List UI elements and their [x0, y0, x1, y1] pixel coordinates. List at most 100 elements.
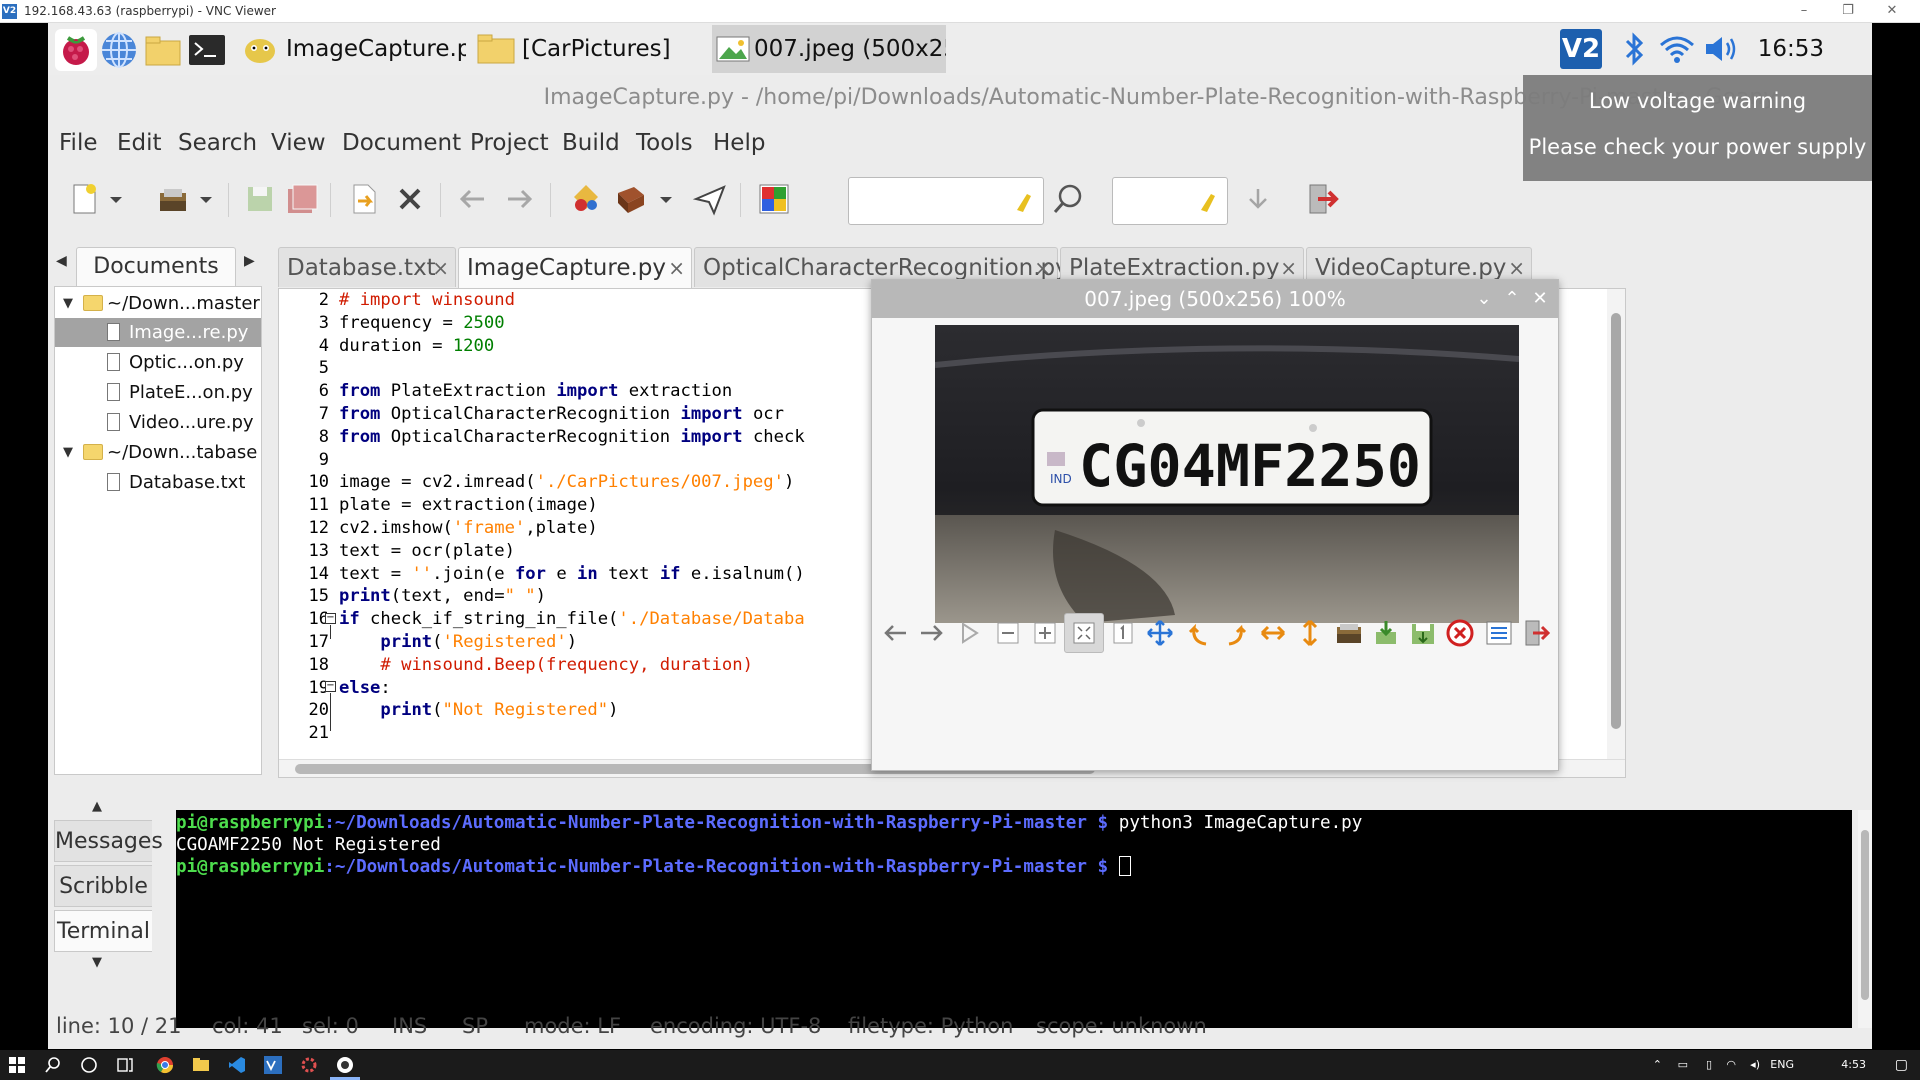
- tree-file-plateextraction[interactable]: PlateE...on.py: [55, 378, 261, 407]
- menu-edit[interactable]: Edit: [117, 123, 162, 163]
- app-icon[interactable]: [336, 1056, 354, 1074]
- image-viewer-titlebar[interactable]: 007.jpeg (500x256) 100% ⌄ ⌃ ✕: [872, 280, 1558, 318]
- vnc-viewer-icon[interactable]: [264, 1056, 282, 1074]
- minimize-button[interactable]: –: [1784, 0, 1824, 22]
- explorer-icon[interactable]: [192, 1056, 210, 1074]
- viewer-previous-icon[interactable]: [880, 618, 910, 648]
- menu-search[interactable]: Search: [178, 123, 257, 163]
- forward-icon[interactable]: [502, 181, 538, 217]
- chrome-icon[interactable]: [156, 1056, 174, 1074]
- terminal-panel[interactable]: pi@raspberrypi:~/Downloads/Automatic-Num…: [176, 810, 1852, 1028]
- tree-file-videocapture[interactable]: Video...ure.py: [55, 408, 261, 437]
- build-icon[interactable]: [612, 181, 648, 217]
- save-image-icon[interactable]: [1371, 618, 1401, 648]
- volume-icon[interactable]: [1700, 29, 1742, 69]
- open-file-icon[interactable]: [156, 181, 192, 217]
- tree-file-database[interactable]: Database.txt: [55, 468, 261, 497]
- viewer-slideshow-icon[interactable]: [954, 618, 984, 648]
- menu-tools[interactable]: Tools: [636, 123, 693, 163]
- menu-file[interactable]: File: [59, 123, 98, 163]
- viewer-minimize-icon[interactable]: ⌄: [1470, 280, 1498, 318]
- rotate-right-icon[interactable]: [1221, 618, 1251, 648]
- windows-start-icon[interactable]: [8, 1056, 26, 1074]
- open-folder-icon[interactable]: [1334, 618, 1364, 648]
- settings-app-icon[interactable]: [300, 1056, 318, 1074]
- delete-image-icon[interactable]: [1445, 618, 1475, 648]
- tree-file-optical[interactable]: Optic...on.py: [55, 348, 261, 377]
- clear-goto-icon[interactable]: [1197, 188, 1219, 214]
- fullscreen-icon[interactable]: [1145, 618, 1175, 648]
- file-manager-icon[interactable]: [142, 29, 184, 71]
- sidebar-prev-tab-icon[interactable]: ◀: [56, 253, 67, 269]
- new-file-dropdown-icon[interactable]: [106, 181, 126, 217]
- tray-wifi-icon[interactable]: ◠: [1726, 1050, 1736, 1080]
- task-image-viewer[interactable]: 007.jpeg (500x256) 1...: [712, 25, 946, 73]
- action-center-icon[interactable]: ▢: [1895, 1050, 1908, 1080]
- preferences-icon[interactable]: [1484, 618, 1514, 648]
- open-file-dropdown-icon[interactable]: [196, 181, 216, 217]
- menu-view[interactable]: View: [271, 123, 326, 163]
- expander-icon[interactable]: ▼: [63, 438, 73, 467]
- rotate-left-icon[interactable]: [1184, 618, 1214, 648]
- vscode-icon[interactable]: [228, 1056, 246, 1074]
- flip-horizontal-icon[interactable]: [1258, 618, 1288, 648]
- save-icon[interactable]: [242, 181, 278, 217]
- fold-toggle-icon[interactable]: −: [325, 613, 336, 624]
- low-voltage-notification[interactable]: Low voltage warning Please check your po…: [1523, 75, 1872, 181]
- tab-terminal[interactable]: Terminal: [54, 910, 152, 952]
- tray-network-icon[interactable]: ▭: [1678, 1050, 1688, 1080]
- fit-to-window-icon[interactable]: [1064, 613, 1104, 653]
- tray-time[interactable]: 4:53 PM: [1841, 1050, 1866, 1080]
- save-as-icon[interactable]: [1408, 618, 1438, 648]
- flip-vertical-icon[interactable]: [1295, 618, 1325, 648]
- back-icon[interactable]: [454, 181, 490, 217]
- vnc-server-icon[interactable]: V2: [1560, 29, 1602, 69]
- color-chooser-icon[interactable]: [756, 181, 792, 217]
- search-input[interactable]: [848, 177, 1044, 225]
- close-file-icon[interactable]: [392, 181, 428, 217]
- new-file-icon[interactable]: [66, 181, 102, 217]
- task-view-icon[interactable]: [116, 1056, 134, 1074]
- search-icon[interactable]: [44, 1056, 62, 1074]
- scrollbar-thumb[interactable]: [1861, 830, 1869, 1000]
- tab-database-txt[interactable]: Database.txt ×: [278, 247, 456, 287]
- tree-file-imagecapture[interactable]: Image...re.py: [55, 318, 261, 347]
- scrollbar-thumb[interactable]: [1611, 313, 1621, 729]
- close-tab-icon[interactable]: ×: [668, 248, 685, 288]
- bluetooth-icon[interactable]: [1613, 29, 1655, 69]
- tray-battery-icon[interactable]: ▯: [1706, 1050, 1712, 1080]
- terminal-scrollbar[interactable]: [1858, 810, 1872, 1028]
- tab-messages[interactable]: Messages: [54, 820, 163, 862]
- web-browser-icon[interactable]: [98, 29, 140, 71]
- zoom-in-icon[interactable]: [1030, 618, 1060, 648]
- tray-language[interactable]: ENG: [1770, 1050, 1794, 1080]
- save-all-icon[interactable]: [284, 181, 320, 217]
- task-carpictures[interactable]: [CarPictures]: [474, 25, 706, 73]
- menu-document[interactable]: Document: [342, 123, 461, 163]
- menu-help[interactable]: Help: [713, 123, 765, 163]
- tab-documents[interactable]: Documents: [76, 247, 236, 287]
- close-button[interactable]: ✕: [1872, 0, 1912, 22]
- restore-button[interactable]: ❐: [1828, 0, 1868, 22]
- tray-chevron-icon[interactable]: ⌃: [1653, 1050, 1662, 1080]
- terminal-icon[interactable]: [186, 29, 228, 71]
- clear-search-icon[interactable]: [1013, 188, 1035, 214]
- fold-toggle-icon[interactable]: −: [325, 681, 336, 692]
- menu-project[interactable]: Project: [470, 123, 549, 163]
- reload-icon[interactable]: [346, 181, 382, 217]
- goto-line-input[interactable]: [1112, 177, 1228, 225]
- editor-vertical-scrollbar[interactable]: [1607, 289, 1625, 759]
- menu-build[interactable]: Build: [562, 123, 620, 163]
- expander-icon[interactable]: ▼: [63, 289, 73, 318]
- tabs-scroll-up-icon[interactable]: ▲: [92, 799, 102, 814]
- compile-icon[interactable]: [568, 181, 604, 217]
- sidebar-next-tab-icon[interactable]: ▶: [244, 253, 255, 269]
- viewer-close-icon[interactable]: ✕: [1526, 280, 1554, 318]
- find-icon[interactable]: [1050, 181, 1086, 217]
- execute-icon[interactable]: [692, 181, 728, 217]
- tree-folder-master[interactable]: ▼ ~/Down...master: [55, 289, 261, 318]
- original-size-icon[interactable]: [1108, 618, 1138, 648]
- wifi-icon[interactable]: [1656, 29, 1698, 69]
- task-geany[interactable]: ImageCapture.py - /h...: [238, 25, 466, 73]
- viewer-maximize-icon[interactable]: ⌃: [1498, 280, 1526, 318]
